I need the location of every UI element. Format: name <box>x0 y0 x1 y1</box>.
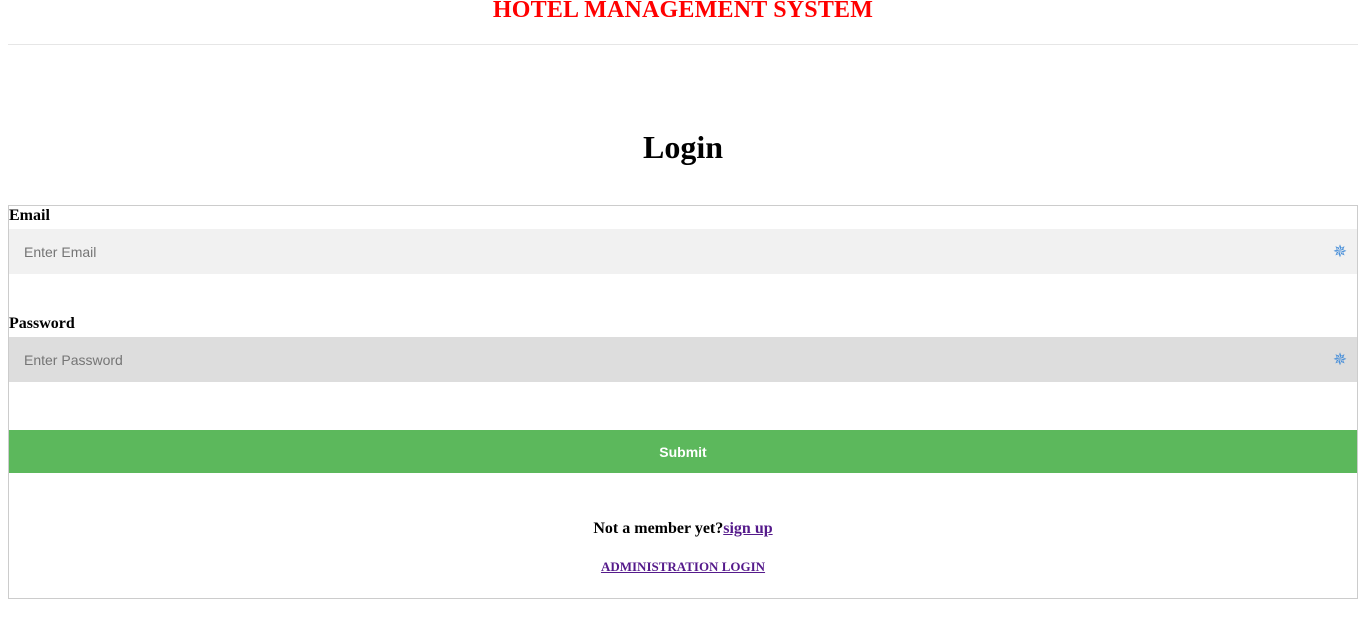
password-manager-icon[interactable]: ✵ <box>1331 243 1349 261</box>
signup-link[interactable]: sign up <box>723 520 772 537</box>
page-title: Login <box>642 129 724 165</box>
password-label: Password <box>9 315 75 332</box>
signup-prompt-line: Not a member yet?sign up <box>9 519 1357 539</box>
email-label: Email <box>9 207 50 224</box>
admin-login-line: ADMINISTRATION LOGIN <box>9 558 1357 576</box>
login-page: HOTEL MANAGEMENT SYSTEM Login Email ✵ Pa… <box>0 0 1366 637</box>
signup-prompt-text: Not a member yet? <box>593 520 724 537</box>
password-field[interactable] <box>9 337 1357 382</box>
password-manager-icon[interactable]: ✵ <box>1331 351 1349 369</box>
email-field[interactable] <box>9 229 1357 274</box>
site-title: HOTEL MANAGEMENT SYSTEM <box>492 0 874 23</box>
login-form: Email ✵ Password ✵ Submit Not a member y… <box>8 205 1358 599</box>
submit-button[interactable]: Submit <box>9 430 1357 473</box>
admin-login-link[interactable]: ADMINISTRATION LOGIN <box>601 559 765 574</box>
header-divider <box>8 44 1358 45</box>
